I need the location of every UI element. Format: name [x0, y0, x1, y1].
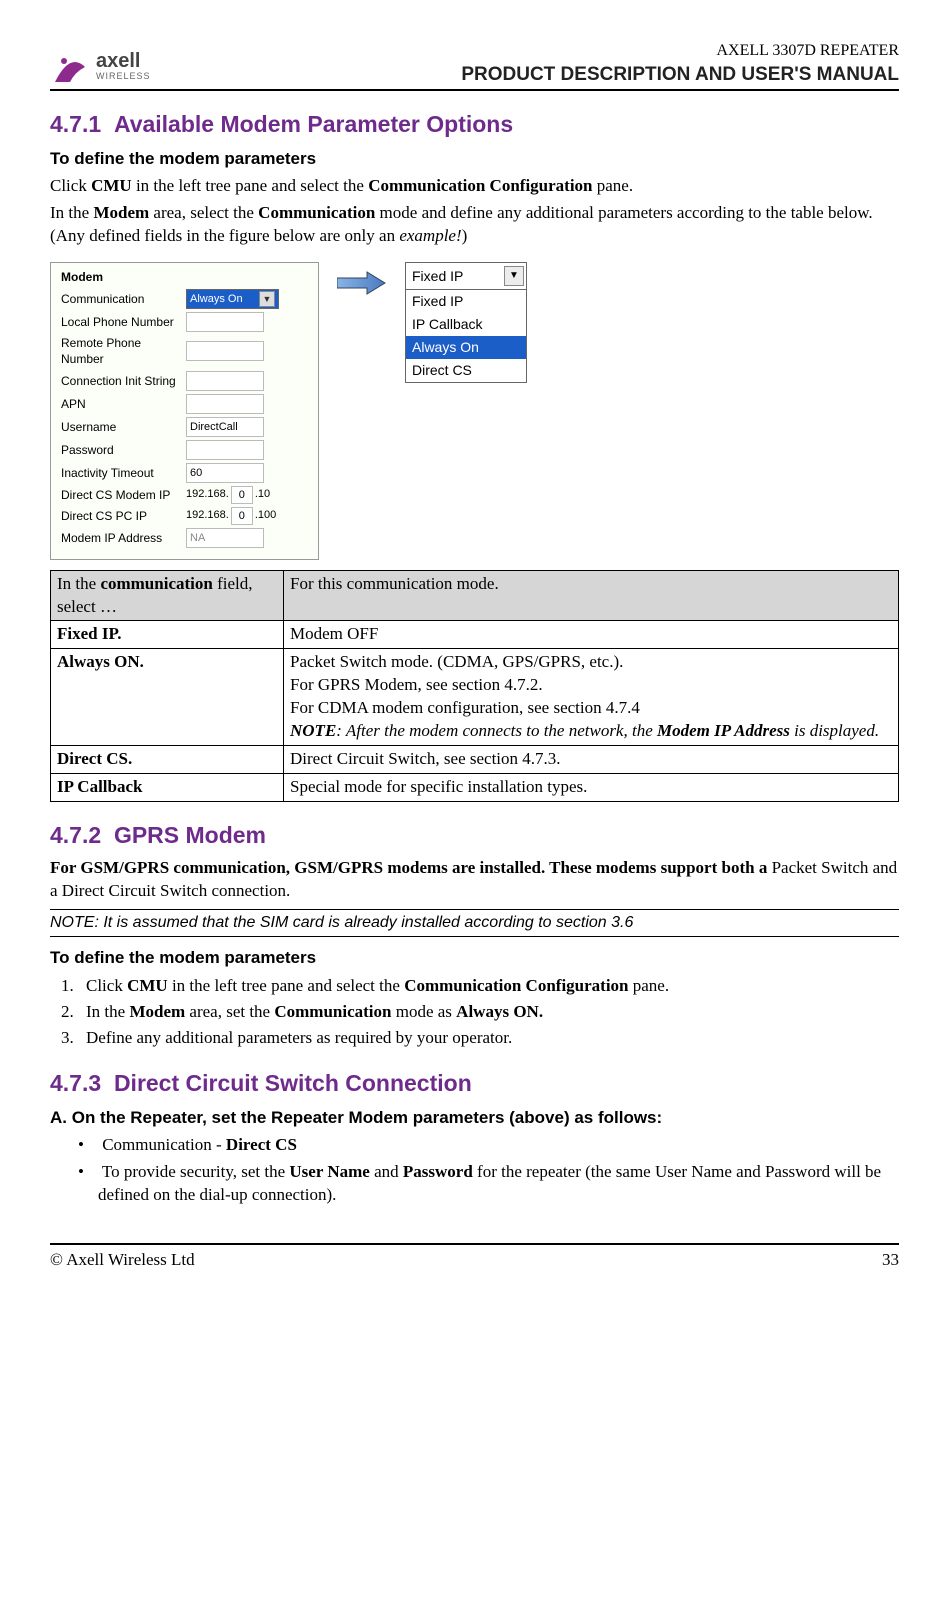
label-modem-ip: Modem IP Address: [57, 530, 186, 546]
dropdown-item[interactable]: Fixed IP: [406, 290, 526, 313]
page-footer: © Axell Wireless Ltd 33: [50, 1243, 899, 1272]
communication-dropdown[interactable]: Fixed IP ▼ Fixed IP IP Callback Always O…: [405, 262, 527, 383]
page-header: axell WIRELESS AXELL 3307D REPEATER PROD…: [50, 40, 899, 91]
chevron-down-icon[interactable]: ▼: [259, 291, 275, 307]
label-dcs-modem: Direct CS Modem IP: [57, 487, 186, 503]
section-472-num: 4.7.2: [50, 822, 101, 848]
list-item: Define any additional parameters as requ…: [78, 1027, 899, 1050]
section-473-num: 4.7.3: [50, 1070, 101, 1096]
label-password: Password: [57, 442, 186, 458]
dropdown-item[interactable]: Always On: [406, 336, 526, 359]
table-row: Always ON. Packet Switch mode. (CDMA, GP…: [51, 649, 899, 746]
section-471-num: 4.7.1: [50, 111, 101, 137]
dropdown-item[interactable]: Direct CS: [406, 359, 526, 382]
input-remote-phone[interactable]: [186, 341, 264, 361]
label-conn-init: Connection Init String: [57, 373, 186, 389]
input-conn-init[interactable]: [186, 371, 264, 391]
table-header-col2: For this communication mode.: [284, 570, 899, 621]
label-username: Username: [57, 419, 186, 435]
label-inactivity: Inactivity Timeout: [57, 465, 186, 481]
input-local-phone[interactable]: [186, 312, 264, 332]
table-header-col1: In the communication field, select …: [51, 570, 284, 621]
label-remote-phone: Remote Phone Number: [57, 335, 186, 367]
section-472-p1: For GSM/GPRS communication, GSM/GPRS mod…: [50, 857, 899, 903]
footer-page-number: 33: [882, 1249, 899, 1272]
panel-title: Modem: [57, 269, 312, 285]
section-471-p2: In the Modem area, select the Communicat…: [50, 202, 899, 248]
header-manual-title: PRODUCT DESCRIPTION AND USER'S MANUAL: [461, 62, 899, 88]
table-row: Fixed IP. Modem OFF: [51, 621, 899, 649]
table-row: Direct CS. Direct Circuit Switch, see se…: [51, 746, 899, 774]
label-dcs-pc: Direct CS PC IP: [57, 508, 186, 524]
section-473-subhead: A. On the Repeater, set the Repeater Mod…: [50, 1107, 899, 1130]
section-473-title: Direct Circuit Switch Connection: [114, 1070, 472, 1096]
table-row: IP Callback Special mode for specific in…: [51, 774, 899, 802]
dropdown-item[interactable]: IP Callback: [406, 313, 526, 336]
section-471-p1: Click CMU in the left tree pane and sele…: [50, 175, 899, 198]
arrow-icon: [337, 268, 387, 298]
section-472-note: NOTE: It is assumed that the SIM card is…: [50, 909, 899, 937]
bullet-list: Communication - Direct CS To provide sec…: [50, 1134, 899, 1207]
chevron-down-icon[interactable]: ▼: [504, 266, 524, 286]
list-item: Click CMU in the left tree pane and sele…: [78, 975, 899, 998]
section-473-heading: 4.7.3 Direct Circuit Switch Connection: [50, 1068, 899, 1099]
label-communication: Communication: [57, 291, 186, 307]
logo-subtext: WIRELESS: [96, 70, 151, 82]
label-local-phone: Local Phone Number: [57, 314, 186, 330]
section-471-subhead: To define the modem parameters: [50, 148, 899, 171]
input-apn[interactable]: [186, 394, 264, 414]
input-inactivity[interactable]: 60: [186, 463, 264, 483]
dropdown-selected: Fixed IP: [412, 267, 463, 286]
footer-copyright: © Axell Wireless Ltd: [50, 1249, 195, 1272]
section-472-subhead: To define the modem parameters: [50, 947, 899, 970]
input-password[interactable]: [186, 440, 264, 460]
section-472-title: GPRS Modem: [114, 822, 266, 848]
communication-combo[interactable]: Always On ▼: [186, 289, 279, 309]
modem-figure: Modem Communication Always On ▼ Local Ph…: [50, 262, 899, 560]
section-472-heading: 4.7.2 GPRS Modem: [50, 820, 899, 851]
communication-table: In the communication field, select … For…: [50, 570, 899, 802]
section-471-heading: 4.7.1 Available Modem Parameter Options: [50, 109, 899, 140]
input-dcs-pc-octet[interactable]: 0: [231, 507, 253, 525]
logo-text: axell: [96, 52, 151, 70]
steps-list: Click CMU in the left tree pane and sele…: [50, 975, 899, 1050]
logo: axell WIRELESS: [50, 47, 151, 87]
input-username[interactable]: DirectCall: [186, 417, 264, 437]
list-item: In the Modem area, set the Communication…: [78, 1001, 899, 1024]
section-471-title: Available Modem Parameter Options: [114, 111, 513, 137]
list-item: Communication - Direct CS: [78, 1134, 899, 1157]
logo-icon: [50, 47, 90, 87]
modem-panel: Modem Communication Always On ▼ Local Ph…: [50, 262, 319, 560]
list-item: To provide security, set the User Name a…: [78, 1161, 899, 1207]
input-modem-ip[interactable]: NA: [186, 528, 264, 548]
input-dcs-modem-octet[interactable]: 0: [231, 486, 253, 504]
label-apn: APN: [57, 396, 186, 412]
header-product: AXELL 3307D REPEATER: [461, 40, 899, 62]
